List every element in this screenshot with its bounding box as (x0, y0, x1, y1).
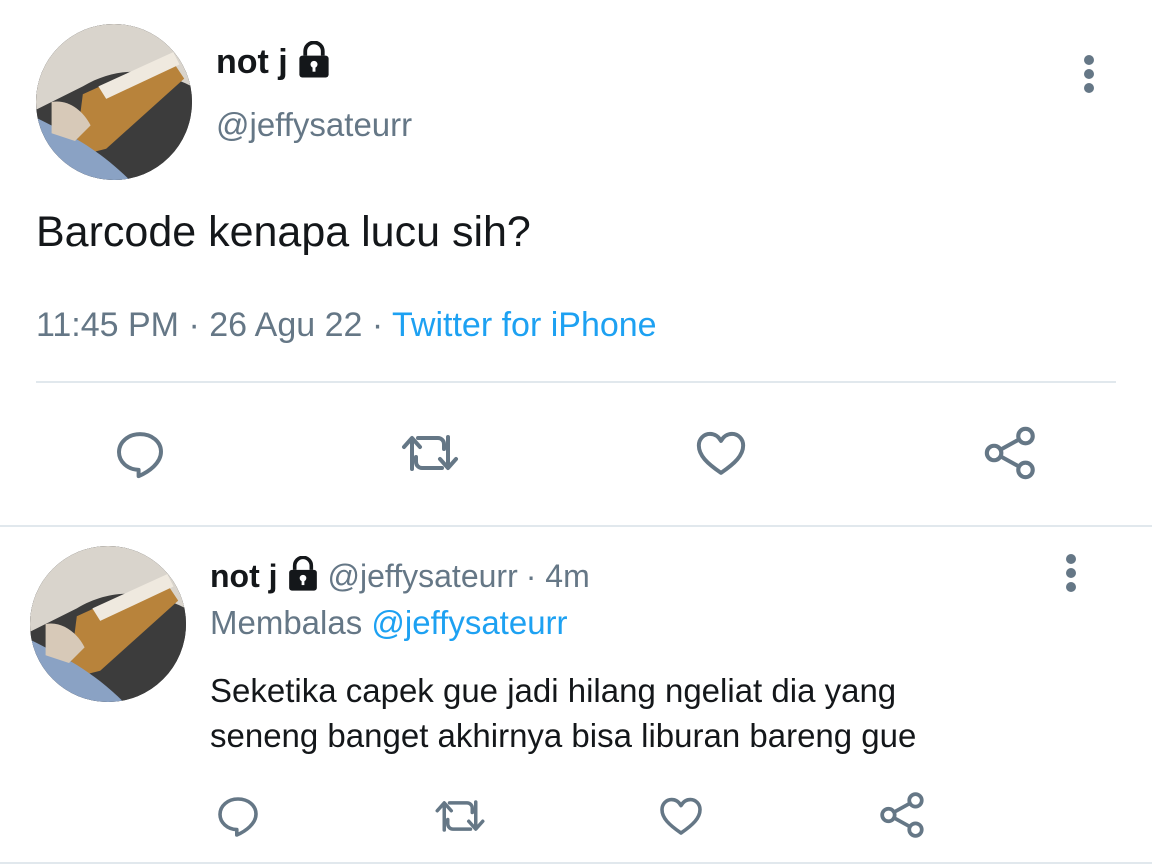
tweet-meta: 11:45 PM · 26 Agu 22 · Twitter for iPhon… (36, 306, 657, 345)
reply-icon[interactable] (214, 792, 262, 840)
meta-separator: · (371, 306, 384, 344)
lock-icon (296, 40, 332, 84)
like-icon[interactable] (692, 425, 750, 481)
display-name[interactable]: not j (216, 43, 288, 82)
divider (0, 525, 1152, 527)
author-block[interactable]: not j (216, 40, 332, 84)
avatar[interactable] (36, 24, 192, 180)
reply-text: Seketika capek gue jadi hilang ngeliat d… (210, 668, 916, 758)
handle[interactable]: @jeffysateurr (216, 106, 412, 144)
tweet-age: · 4m (525, 557, 590, 594)
tweet-text: Barcode kenapa lucu sih? (36, 208, 531, 256)
avatar-image (36, 24, 192, 180)
divider (36, 381, 1116, 383)
display-name[interactable]: not j (210, 558, 278, 595)
replying-to-handle[interactable]: @jeffysateurr (371, 604, 567, 641)
handle[interactable]: @jeffysateurr (328, 558, 518, 595)
more-options-icon[interactable] (1075, 52, 1103, 96)
reply-header: not j @jeffysateurr · 4m (210, 554, 590, 598)
divider (0, 862, 1152, 864)
tweet-date[interactable]: 26 Agu 22 (209, 306, 362, 344)
retweet-icon[interactable] (398, 428, 462, 478)
lock-icon (286, 555, 320, 597)
like-icon[interactable] (656, 792, 706, 840)
tweet-source-link[interactable]: Twitter for iPhone (392, 306, 657, 344)
avatar-image (30, 546, 186, 702)
meta-separator: · (188, 306, 200, 344)
tweet-time[interactable]: 11:45 PM (36, 306, 179, 344)
avatar[interactable] (30, 546, 186, 702)
retweet-icon[interactable] (432, 794, 488, 838)
share-icon[interactable] (982, 424, 1040, 482)
reply-icon[interactable] (112, 426, 168, 482)
reply-text-line: Seketika capek gue jadi hilang ngeliat d… (210, 672, 897, 709)
more-options-icon[interactable] (1058, 552, 1084, 594)
share-icon[interactable] (878, 790, 928, 840)
replying-to: Membalas @jeffysateurr (210, 604, 568, 642)
replying-label: Membalas (210, 604, 363, 641)
reply-text-line: seneng banget akhirnya bisa liburan bare… (210, 717, 917, 754)
